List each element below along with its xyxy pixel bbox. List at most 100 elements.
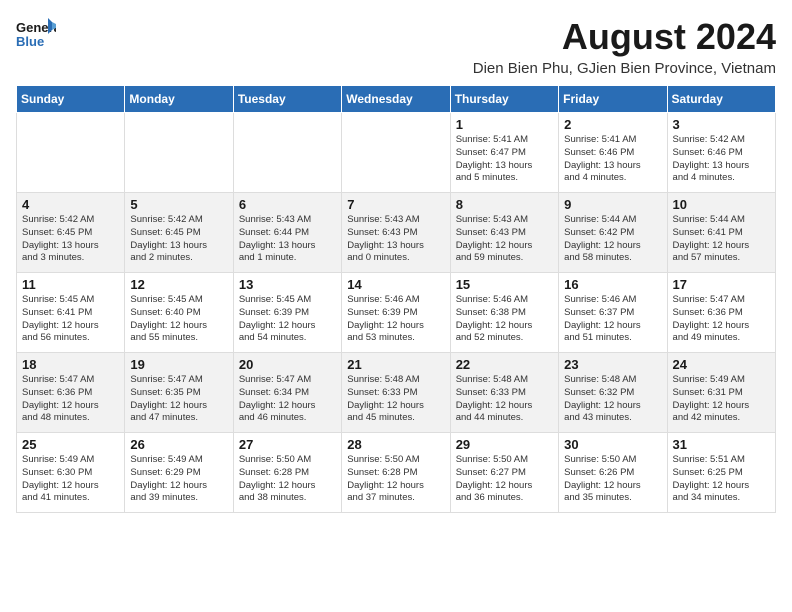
day-info: Sunrise: 5:46 AM Sunset: 6:37 PM Dayligh… [564,294,661,345]
weekday-header-wednesday: Wednesday [342,86,450,113]
day-number: 15 [456,277,553,292]
day-info: Sunrise: 5:45 AM Sunset: 6:40 PM Dayligh… [130,294,227,345]
day-number: 2 [564,117,661,132]
calendar-cell: 31Sunrise: 5:51 AM Sunset: 6:25 PM Dayli… [667,433,775,513]
day-number: 5 [130,197,227,212]
page-header: General Blue August 2024 Dien Bien Phu, … [16,16,776,77]
day-number: 1 [456,117,553,132]
day-info: Sunrise: 5:42 AM Sunset: 6:45 PM Dayligh… [130,214,227,265]
day-number: 12 [130,277,227,292]
day-number: 25 [22,437,119,452]
calendar-cell: 5 Sunrise: 5:42 AM Sunset: 6:45 PM Daylig… [125,193,233,273]
calendar-cell: 11 Sunrise: 5:45 AM Sunset: 6:41 PM Dayli… [17,273,125,353]
calendar-cell: 13 Sunrise: 5:45 AM Sunset: 6:39 PM Dayli… [233,273,341,353]
day-number: 20 [239,357,336,372]
day-number: 6 [239,197,336,212]
location-title: Dien Bien Phu, GJien Bien Province, Viet… [473,60,776,77]
calendar-cell: 1 Sunrise: 5:41 AM Sunset: 6:47 PM Daylig… [450,113,558,193]
day-info: Sunrise: 5:42 AM Sunset: 6:45 PM Dayligh… [22,214,119,265]
day-number: 16 [564,277,661,292]
day-number: 24 [673,357,770,372]
day-info: Sunrise: 5:51 AM Sunset: 6:25 PM Dayligh… [673,454,770,505]
day-info: Sunrise: 5:46 AM Sunset: 6:39 PM Dayligh… [347,294,444,345]
day-info: Sunrise: 5:41 AM Sunset: 6:46 PM Dayligh… [564,134,661,185]
day-info: Sunrise: 5:43 AM Sunset: 6:43 PM Dayligh… [456,214,553,265]
calendar-cell: 26 Sunrise: 5:49 AM Sunset: 6:29 PM Dayli… [125,433,233,513]
calendar-cell: 8 Sunrise: 5:43 AM Sunset: 6:43 PM Daylig… [450,193,558,273]
day-number: 23 [564,357,661,372]
day-info: Sunrise: 5:49 AM Sunset: 6:30 PM Dayligh… [22,454,119,505]
day-info: Sunrise: 5:50 AM Sunset: 6:26 PM Dayligh… [564,454,661,505]
calendar-cell: 12 Sunrise: 5:45 AM Sunset: 6:40 PM Dayli… [125,273,233,353]
day-info: Sunrise: 5:48 AM Sunset: 6:33 PM Dayligh… [456,374,553,425]
day-number: 28 [347,437,444,452]
weekday-header-sunday: Sunday [17,86,125,113]
day-info: Sunrise: 5:46 AM Sunset: 6:38 PM Dayligh… [456,294,553,345]
day-info: Sunrise: 5:43 AM Sunset: 6:43 PM Dayligh… [347,214,444,265]
calendar-cell: 9 Sunrise: 5:44 AM Sunset: 6:42 PM Daylig… [559,193,667,273]
calendar-cell: 4Sunrise: 5:42 AM Sunset: 6:45 PM Daylig… [17,193,125,273]
calendar-week-row: 4Sunrise: 5:42 AM Sunset: 6:45 PM Daylig… [17,193,776,273]
day-info: Sunrise: 5:47 AM Sunset: 6:36 PM Dayligh… [22,374,119,425]
calendar-cell: 23 Sunrise: 5:48 AM Sunset: 6:32 PM Dayli… [559,353,667,433]
weekday-header-saturday: Saturday [667,86,775,113]
day-info: Sunrise: 5:50 AM Sunset: 6:27 PM Dayligh… [456,454,553,505]
weekday-header-tuesday: Tuesday [233,86,341,113]
calendar-cell: 18 Sunrise: 5:47 AM Sunset: 6:36 PM Dayli… [17,353,125,433]
calendar-cell [17,113,125,193]
day-number: 27 [239,437,336,452]
calendar-cell [125,113,233,193]
day-number: 11 [22,277,119,292]
calendar-week-row: 18 Sunrise: 5:47 AM Sunset: 6:36 PM Dayli… [17,353,776,433]
day-info: Sunrise: 5:43 AM Sunset: 6:44 PM Dayligh… [239,214,336,265]
day-info: Sunrise: 5:49 AM Sunset: 6:29 PM Dayligh… [130,454,227,505]
calendar-cell: 14Sunrise: 5:46 AM Sunset: 6:39 PM Dayli… [342,273,450,353]
calendar-cell [342,113,450,193]
day-number: 17 [673,277,770,292]
month-title: August 2024 [473,16,776,58]
day-number: 13 [239,277,336,292]
weekday-header-row: SundayMondayTuesdayWednesdayThursdayFrid… [17,86,776,113]
svg-text:Blue: Blue [16,34,44,49]
weekday-header-monday: Monday [125,86,233,113]
day-info: Sunrise: 5:47 AM Sunset: 6:34 PM Dayligh… [239,374,336,425]
day-number: 8 [456,197,553,212]
day-number: 26 [130,437,227,452]
logo-icon: General Blue [16,16,56,52]
day-info: Sunrise: 5:45 AM Sunset: 6:41 PM Dayligh… [22,294,119,345]
calendar-cell: 22 Sunrise: 5:48 AM Sunset: 6:33 PM Dayli… [450,353,558,433]
day-info: Sunrise: 5:45 AM Sunset: 6:39 PM Dayligh… [239,294,336,345]
calendar-cell: 6 Sunrise: 5:43 AM Sunset: 6:44 PM Daylig… [233,193,341,273]
day-info: Sunrise: 5:44 AM Sunset: 6:42 PM Dayligh… [564,214,661,265]
day-info: Sunrise: 5:49 AM Sunset: 6:31 PM Dayligh… [673,374,770,425]
calendar-cell: 16 Sunrise: 5:46 AM Sunset: 6:37 PM Dayli… [559,273,667,353]
day-info: Sunrise: 5:47 AM Sunset: 6:35 PM Dayligh… [130,374,227,425]
day-number: 3 [673,117,770,132]
calendar-cell: 3Sunrise: 5:42 AM Sunset: 6:46 PM Daylig… [667,113,775,193]
day-number: 18 [22,357,119,372]
calendar-cell: 17 Sunrise: 5:47 AM Sunset: 6:36 PM Dayli… [667,273,775,353]
day-info: Sunrise: 5:47 AM Sunset: 6:36 PM Dayligh… [673,294,770,345]
day-info: Sunrise: 5:48 AM Sunset: 6:32 PM Dayligh… [564,374,661,425]
calendar-table: SundayMondayTuesdayWednesdayThursdayFrid… [16,85,776,513]
day-info: Sunrise: 5:50 AM Sunset: 6:28 PM Dayligh… [239,454,336,505]
calendar-cell: 7 Sunrise: 5:43 AM Sunset: 6:43 PM Daylig… [342,193,450,273]
day-number: 21 [347,357,444,372]
calendar-cell: 30Sunrise: 5:50 AM Sunset: 6:26 PM Dayli… [559,433,667,513]
weekday-header-thursday: Thursday [450,86,558,113]
day-info: Sunrise: 5:50 AM Sunset: 6:28 PM Dayligh… [347,454,444,505]
calendar-cell: 28 Sunrise: 5:50 AM Sunset: 6:28 PM Dayli… [342,433,450,513]
day-number: 7 [347,197,444,212]
day-info: Sunrise: 5:41 AM Sunset: 6:47 PM Dayligh… [456,134,553,185]
calendar-cell: 29Sunrise: 5:50 AM Sunset: 6:27 PM Dayli… [450,433,558,513]
calendar-cell: 10Sunrise: 5:44 AM Sunset: 6:41 PM Dayli… [667,193,775,273]
calendar-cell: 20 Sunrise: 5:47 AM Sunset: 6:34 PM Dayli… [233,353,341,433]
day-number: 9 [564,197,661,212]
calendar-cell: 25 Sunrise: 5:49 AM Sunset: 6:30 PM Dayli… [17,433,125,513]
calendar-cell: 2 Sunrise: 5:41 AM Sunset: 6:46 PM Daylig… [559,113,667,193]
calendar-cell [233,113,341,193]
calendar-week-row: 25 Sunrise: 5:49 AM Sunset: 6:30 PM Dayli… [17,433,776,513]
day-number: 22 [456,357,553,372]
logo: General Blue [16,16,56,52]
title-block: August 2024 Dien Bien Phu, GJien Bien Pr… [473,16,776,77]
